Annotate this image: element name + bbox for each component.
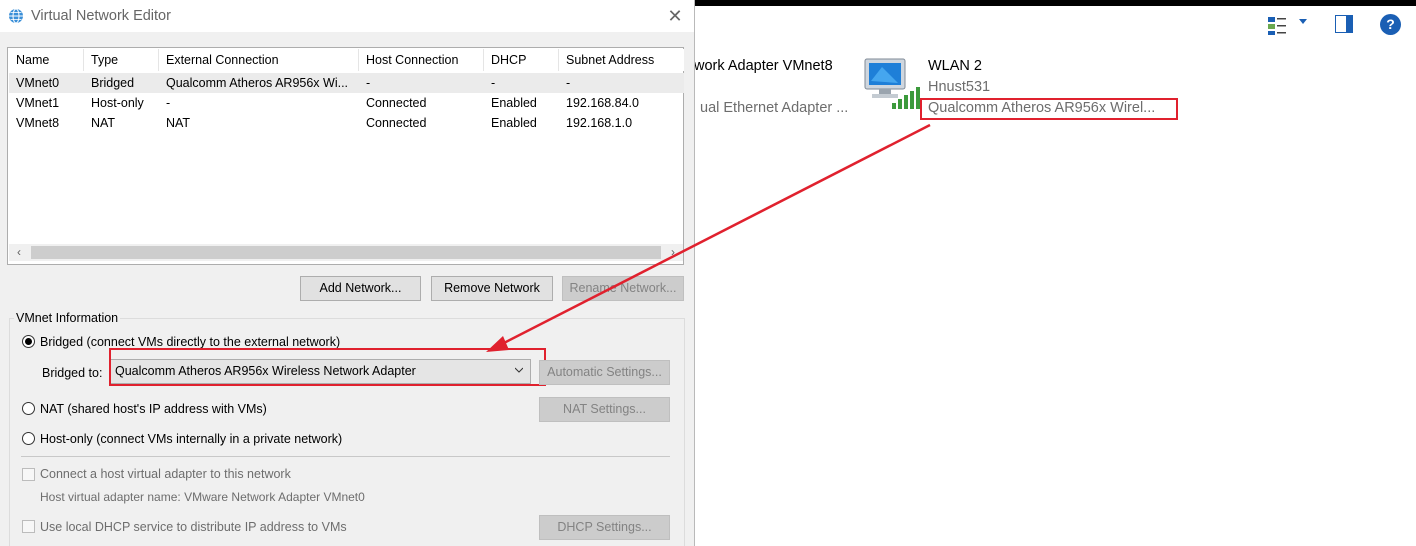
cell-subnet-address: 192.168.84.0	[566, 96, 639, 110]
bridged-to-label: Bridged to:	[42, 366, 103, 380]
wlan-adapter-name[interactable]: WLAN 2	[928, 58, 982, 74]
preview-pane-icon[interactable]	[1335, 15, 1353, 33]
network-globe-icon	[9, 8, 23, 24]
adapter-name-label: Host virtual adapter name: VMware Networ…	[40, 490, 365, 504]
host-only-radio[interactable]	[22, 432, 35, 445]
wireless-adapter-icon[interactable]	[862, 55, 920, 111]
dhcp-checkbox	[22, 520, 35, 533]
scroll-left-icon[interactable]: ‹	[11, 244, 27, 261]
nat-settings-button: NAT Settings...	[539, 397, 670, 422]
connect-adapter-label: Connect a host virtual adapter to this n…	[40, 467, 291, 481]
host-only-radio-label[interactable]: Host-only (connect VMs internally in a p…	[40, 432, 342, 446]
annotation-highlight-box	[109, 348, 546, 386]
view-dropdown-icon[interactable]	[1299, 19, 1307, 24]
vmnet8-adapter-description: ual Ethernet Adapter ...	[700, 100, 849, 116]
automatic-settings-button: Automatic Settings...	[539, 360, 670, 385]
cell-external-connection: NAT	[166, 116, 191, 130]
dialog-titlebar: Virtual Network Editor ✕	[0, 0, 694, 32]
connect-adapter-checkbox	[22, 468, 35, 481]
cell-name: VMnet8	[16, 116, 60, 130]
remove-network-button[interactable]: Remove Network	[431, 276, 553, 301]
divider	[21, 456, 670, 457]
virtual-network-editor-dialog: Virtual Network Editor ✕ Name Type Exter…	[0, 0, 695, 546]
cell-dhcp: Enabled	[491, 96, 537, 110]
cell-type: Bridged	[91, 76, 135, 90]
table-row[interactable]: VMnet8 NAT NAT Connected Enabled 192.168…	[9, 113, 684, 133]
scrollbar-thumb[interactable]	[31, 246, 661, 259]
wlan-network-ssid: Hnust531	[928, 79, 991, 95]
bridged-radio[interactable]	[22, 335, 35, 348]
cell-host-connection: Connected	[366, 96, 427, 110]
cell-external-connection: -	[166, 96, 171, 110]
table-row[interactable]: VMnet1 Host-only - Connected Enabled 192…	[9, 93, 684, 113]
rename-network-button: Rename Network...	[562, 276, 684, 301]
cell-dhcp: -	[491, 76, 496, 90]
cell-name: VMnet1	[16, 96, 60, 110]
column-header-name[interactable]: Name	[9, 49, 84, 71]
group-title: VMnet Information	[14, 311, 121, 325]
cell-host-connection: Connected	[366, 116, 427, 130]
dhcp-settings-button: DHCP Settings...	[539, 515, 670, 540]
cell-subnet-address: 192.168.1.0	[566, 116, 633, 130]
vmnet8-adapter-name[interactable]: work Adapter VMnet8	[694, 58, 833, 74]
nat-radio-label[interactable]: NAT (shared host's IP address with VMs)	[40, 402, 267, 416]
help-icon[interactable]: ?	[1380, 14, 1401, 35]
cell-subnet-address: -	[566, 76, 571, 90]
window-top-border	[690, 0, 1416, 6]
bridged-radio-label[interactable]: Bridged (connect VMs directly to the ext…	[40, 335, 340, 349]
network-list-table[interactable]: Name Type External Connection Host Conne…	[7, 47, 684, 265]
add-network-button[interactable]: Add Network...	[300, 276, 421, 301]
nat-radio[interactable]	[22, 402, 35, 415]
column-header-external-connection[interactable]: External Connection	[159, 49, 359, 71]
cell-dhcp: Enabled	[491, 116, 537, 130]
close-button[interactable]: ✕	[660, 2, 690, 30]
cell-host-connection: -	[366, 76, 371, 90]
view-options-icon[interactable]	[1266, 14, 1288, 36]
dhcp-label: Use local DHCP service to distribute IP …	[40, 520, 347, 534]
horizontal-scrollbar[interactable]: ‹ ›	[9, 244, 683, 261]
column-header-type[interactable]: Type	[84, 49, 159, 71]
cell-type: Host-only	[91, 96, 144, 110]
column-header-dhcp[interactable]: DHCP	[484, 49, 559, 71]
dialog-title: Virtual Network Editor	[31, 8, 171, 24]
column-header-subnet-address[interactable]: Subnet Address	[559, 49, 684, 71]
annotation-highlight-box	[920, 98, 1178, 120]
cell-name: VMnet0	[16, 76, 60, 90]
cell-type: NAT	[91, 116, 116, 130]
cell-external-connection: Qualcomm Atheros AR956x Wi...	[166, 76, 349, 90]
column-header-host-connection[interactable]: Host Connection	[359, 49, 484, 71]
scroll-right-icon[interactable]: ›	[665, 244, 681, 261]
table-row[interactable]: VMnet0 Bridged Qualcomm Atheros AR956x W…	[9, 73, 684, 93]
